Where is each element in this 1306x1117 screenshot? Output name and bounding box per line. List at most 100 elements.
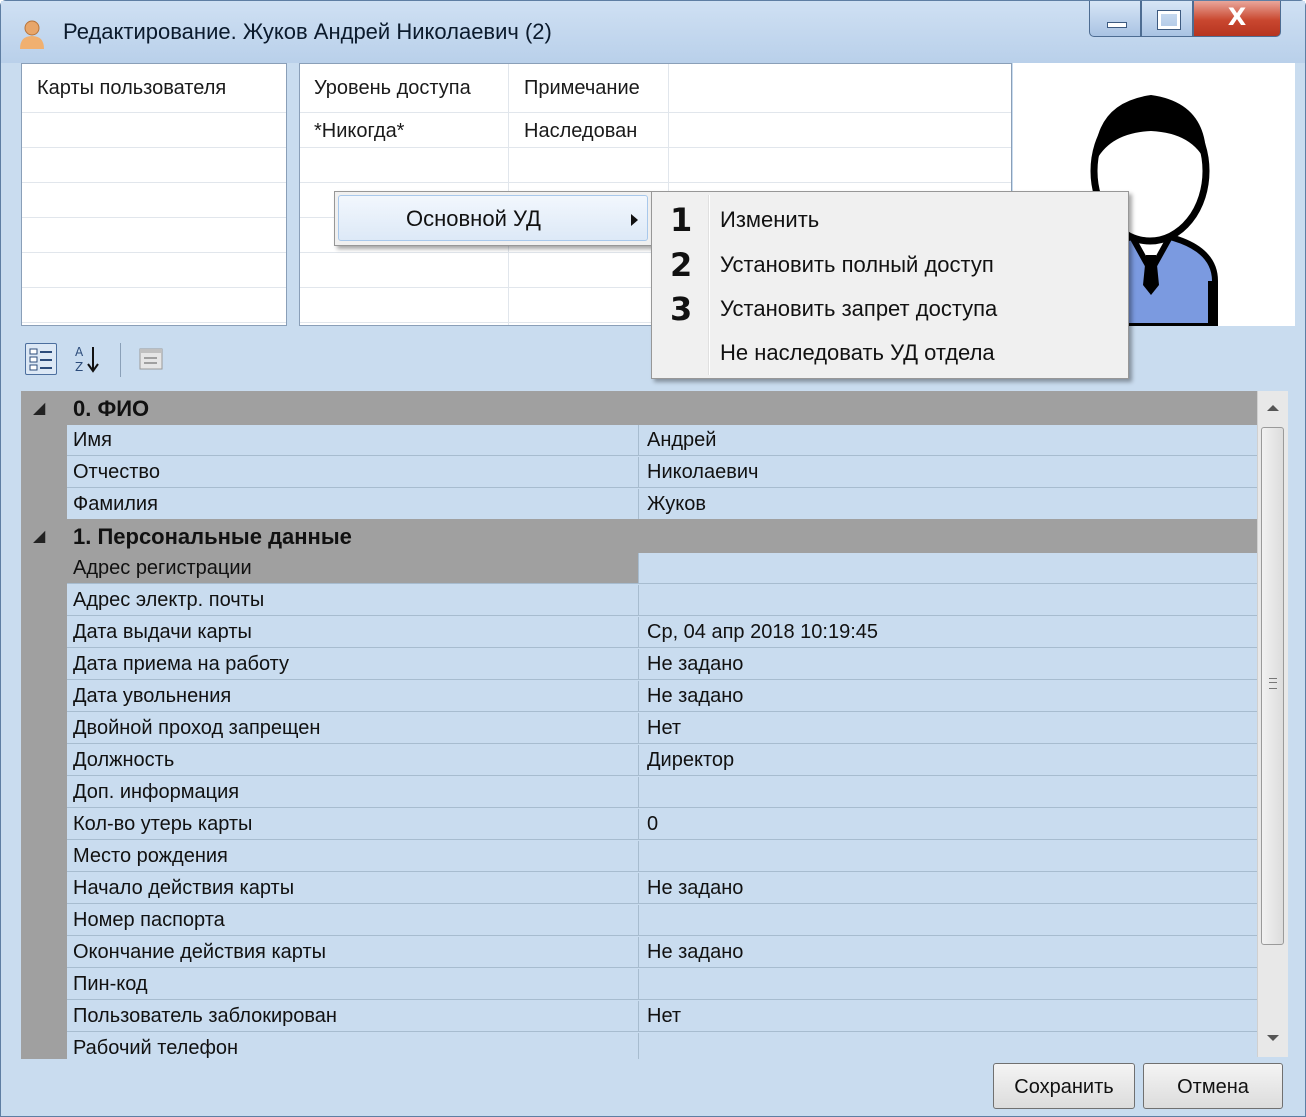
- submenu: 1 Изменить 2 Установить полный доступ 3 …: [651, 191, 1129, 379]
- svg-text:A: A: [75, 345, 84, 359]
- property-name: Дата увольнения: [67, 681, 639, 712]
- property-row[interactable]: Имя Андрей: [21, 425, 1257, 457]
- property-row[interactable]: Адрес электр. почты: [21, 585, 1257, 617]
- edit-user-window: Редактирование. Жуков Андрей Николаевич …: [0, 0, 1306, 1117]
- menu-item-label: Не наследовать УД отдела: [720, 340, 995, 365]
- property-value[interactable]: Николаевич: [639, 457, 1257, 488]
- property-row[interactable]: Дата увольнения Не задано: [21, 681, 1257, 713]
- menu-item-deny-access[interactable]: 3 Установить запрет доступа: [652, 286, 1126, 330]
- property-row[interactable]: Доп. информация: [21, 777, 1257, 809]
- cards-column-header[interactable]: Карты пользователя: [37, 66, 226, 110]
- property-value[interactable]: Нет: [639, 713, 1257, 744]
- property-name: Пин-код: [67, 969, 639, 1000]
- property-name: Окончание действия карты: [67, 937, 639, 968]
- menu-item-full-access[interactable]: 2 Установить полный доступ: [652, 242, 1126, 286]
- property-value[interactable]: [639, 553, 1257, 584]
- property-value[interactable]: Нет: [639, 1001, 1257, 1032]
- context-menu: Основной УД: [334, 191, 652, 246]
- category-fio[interactable]: ◢ 0. ФИО: [21, 391, 1257, 425]
- property-name: Адрес регистрации: [67, 553, 639, 584]
- property-row[interactable]: Рабочий телефон: [21, 1033, 1257, 1059]
- property-name: Место рождения: [67, 841, 639, 872]
- menu-item-label: Установить полный доступ: [720, 252, 994, 277]
- categorized-icon[interactable]: [25, 343, 57, 375]
- scroll-up-icon[interactable]: [1267, 405, 1279, 411]
- collapse-icon[interactable]: ◢: [33, 526, 45, 546]
- property-name: Имя: [67, 425, 639, 456]
- property-row-selected[interactable]: Адрес регистрации: [21, 553, 1257, 585]
- property-value[interactable]: Ср, 04 апр 2018 10:19:45: [639, 617, 1257, 648]
- menu-item-do-not-inherit[interactable]: Не наследовать УД отдела: [652, 330, 1126, 374]
- property-row[interactable]: Начало действия карты Не задано: [21, 873, 1257, 905]
- property-value[interactable]: Не задано: [639, 681, 1257, 712]
- toolbar-separator: [120, 343, 121, 377]
- property-name: Кол-во утерь карты: [67, 809, 639, 840]
- category-title: 0. ФИО: [73, 396, 150, 421]
- column-header-access-level[interactable]: Уровень доступа: [314, 66, 471, 110]
- property-row[interactable]: Дата выдачи карты Ср, 04 апр 2018 10:19:…: [21, 617, 1257, 649]
- submenu-arrow-icon: [631, 214, 638, 226]
- vertical-scrollbar[interactable]: [1257, 391, 1288, 1057]
- property-row[interactable]: Кол-во утерь карты 0: [21, 809, 1257, 841]
- property-value[interactable]: [639, 905, 1257, 936]
- collapse-icon[interactable]: ◢: [33, 398, 45, 418]
- menu-item-change[interactable]: 1 Изменить: [652, 197, 1126, 241]
- minimize-button[interactable]: [1089, 1, 1141, 37]
- user-icon: [20, 20, 44, 49]
- category-title: 1. Персональные данные: [73, 524, 352, 549]
- category-personal-data[interactable]: ◢ 1. Персональные данные: [21, 519, 1257, 553]
- property-value[interactable]: Андрей: [639, 425, 1257, 456]
- menu-item-label: Изменить: [720, 207, 820, 232]
- cancel-button[interactable]: Отмена: [1143, 1063, 1283, 1109]
- property-value[interactable]: 0: [639, 809, 1257, 840]
- column-header-note[interactable]: Примечание: [524, 66, 640, 110]
- property-value[interactable]: [639, 585, 1257, 616]
- property-row[interactable]: Место рождения: [21, 841, 1257, 873]
- property-value[interactable]: Не задано: [639, 649, 1257, 680]
- property-value[interactable]: [639, 969, 1257, 1000]
- property-value[interactable]: Директор: [639, 745, 1257, 776]
- property-row[interactable]: Двойной проход запрещен Нет: [21, 713, 1257, 745]
- property-name: Дата приема на работу: [67, 649, 639, 680]
- sort-alpha-icon[interactable]: A Z: [71, 343, 103, 375]
- property-name: Фамилия: [67, 489, 639, 520]
- grip-icon: [1269, 678, 1277, 689]
- maximize-button[interactable]: [1141, 1, 1193, 37]
- svg-text:Z: Z: [75, 360, 83, 374]
- property-grid[interactable]: ◢ 0. ФИО Имя Андрей Отчество Николаевич …: [21, 389, 1287, 1059]
- close-button[interactable]: X: [1193, 1, 1281, 37]
- property-row[interactable]: Пользователь заблокирован Нет: [21, 1001, 1257, 1033]
- property-value[interactable]: Не задано: [639, 873, 1257, 904]
- access-level-cell[interactable]: *Никогда*: [314, 120, 404, 143]
- menu-item-main-access-level[interactable]: Основной УД: [338, 195, 648, 241]
- property-value[interactable]: [639, 777, 1257, 808]
- property-value[interactable]: Не задано: [639, 937, 1257, 968]
- property-name: Отчество: [67, 457, 639, 488]
- user-cards-list[interactable]: Карты пользователя: [21, 63, 287, 326]
- note-cell[interactable]: Наследован: [524, 120, 637, 143]
- property-row[interactable]: Дата приема на работу Не задано: [21, 649, 1257, 681]
- property-row[interactable]: Фамилия Жуков: [21, 489, 1257, 521]
- title-bar: Редактирование. Жуков Андрей Николаевич …: [1, 1, 1305, 63]
- property-value[interactable]: Жуков: [639, 489, 1257, 520]
- property-name: Номер паспорта: [67, 905, 639, 936]
- minimize-icon: [1107, 22, 1127, 28]
- property-name: Адрес электр. почты: [67, 585, 639, 616]
- scroll-thumb[interactable]: [1261, 427, 1284, 945]
- step-number: 3: [670, 290, 693, 328]
- property-row[interactable]: Отчество Николаевич: [21, 457, 1257, 489]
- property-row[interactable]: Номер паспорта: [21, 905, 1257, 937]
- property-name: Начало действия карты: [67, 873, 639, 904]
- menu-item-label: Установить запрет доступа: [720, 296, 998, 321]
- maximize-icon: [1157, 10, 1181, 30]
- property-row[interactable]: Должность Директор: [21, 745, 1257, 777]
- property-pages-icon[interactable]: [135, 343, 167, 375]
- property-value[interactable]: [639, 1033, 1257, 1059]
- save-button[interactable]: Сохранить: [993, 1063, 1135, 1109]
- close-icon: X: [1227, 3, 1247, 31]
- scroll-down-icon[interactable]: [1267, 1035, 1279, 1041]
- property-name: Дата выдачи карты: [67, 617, 639, 648]
- property-row[interactable]: Окончание действия карты Не задано: [21, 937, 1257, 969]
- property-value[interactable]: [639, 841, 1257, 872]
- property-row[interactable]: Пин-код: [21, 969, 1257, 1001]
